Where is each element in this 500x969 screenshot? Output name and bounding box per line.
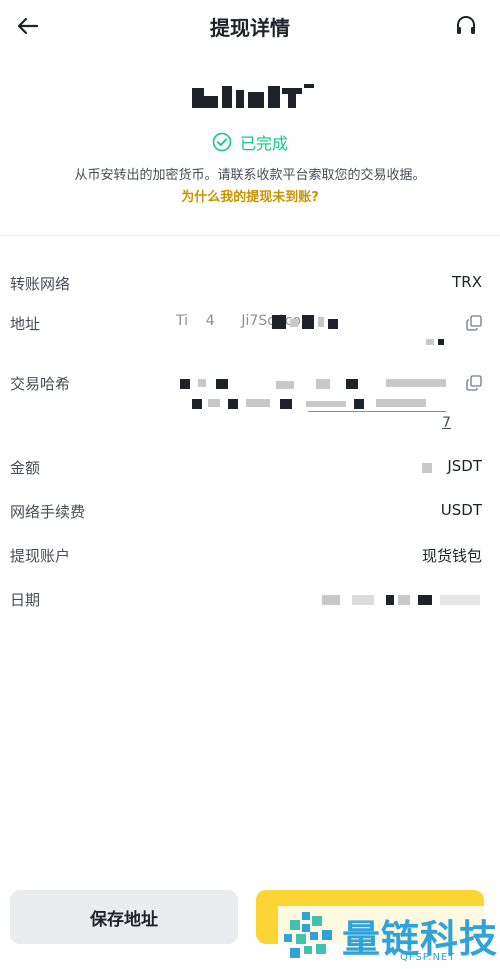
- watermark-logo-icon: [284, 912, 332, 958]
- header-bar: 提现详情: [0, 0, 500, 52]
- address-value-redacted: Ti 4 Ji7So4co: [176, 313, 458, 353]
- tx-hash-value-line3: 7: [442, 415, 451, 431]
- headset-icon: [457, 16, 475, 34]
- address-label: 地址: [10, 315, 41, 333]
- watermark: 量链科技 QFSP.NET: [278, 906, 500, 966]
- amount-value: JSDT: [447, 457, 482, 475]
- fee-value: USDT: [440, 501, 482, 519]
- fee-row: 网络手续费 USDT: [10, 501, 482, 523]
- save-address-button[interactable]: 保存地址: [10, 890, 238, 944]
- account-label: 提现账户: [10, 547, 71, 565]
- amount-redacted: [186, 82, 318, 112]
- support-button[interactable]: [452, 12, 480, 40]
- withdraw-description: 从币安转出的加密货币。请联系收款平台索取您的交易收据。: [74, 168, 426, 183]
- tx-hash-label: 交易哈希: [10, 375, 71, 393]
- fee-label: 网络手续费: [10, 503, 86, 521]
- page-title: 提现详情: [210, 16, 290, 40]
- copy-address-icon[interactable]: [466, 315, 482, 331]
- account-row: 提现账户 现货钱包: [10, 545, 482, 567]
- not-received-link[interactable]: 为什么我的提现未到账?: [0, 186, 500, 205]
- network-row: 转账网络 TRX: [10, 273, 482, 295]
- check-circle-icon: [212, 132, 232, 152]
- tx-hash-row: 交易哈希 7: [10, 373, 482, 433]
- tx-hash-value-redacted[interactable]: 7: [176, 373, 458, 433]
- account-value: 现货钱包: [421, 547, 482, 565]
- amount-row: 金额 JSDT: [10, 457, 482, 479]
- network-label: 转账网络: [10, 275, 71, 293]
- divider: [0, 235, 500, 236]
- amount-label: 金额: [10, 459, 41, 477]
- copy-hash-icon[interactable]: [466, 375, 482, 391]
- address-row: 地址 Ti 4 Ji7So4co: [10, 313, 482, 353]
- date-row: 日期: [10, 589, 482, 611]
- network-value: TRX: [452, 273, 482, 291]
- status-row: 已完成: [0, 130, 500, 154]
- watermark-sub: QFSP.NET: [400, 952, 456, 963]
- date-label: 日期: [10, 591, 41, 609]
- date-value-redacted: [322, 593, 482, 607]
- status-text: 已完成: [239, 134, 288, 153]
